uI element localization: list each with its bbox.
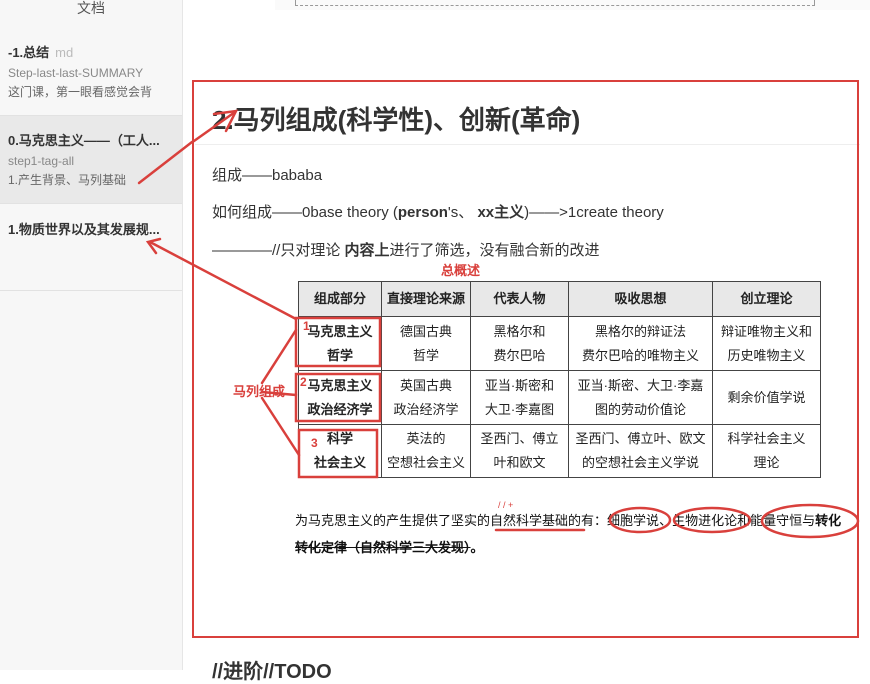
table-row: 科学 社会主义 英法的 空想社会主义 圣西门、傅立 叶和欧文 圣西门、傅立叶、欧文 的空… [298, 424, 821, 478]
sidebar-item-subtitle: step1-tag-all [8, 154, 75, 168]
annotation-group-label: 马列组成 [233, 384, 286, 399]
sidebar-header: 文档 [77, 0, 105, 16]
science-foundation-line-2: 转化定律（自然科学三大发现）。 [295, 540, 484, 555]
sidebar: 文档 -1.总结 md Step-last-last-SUMMARY 这门课，第一… [0, 0, 183, 670]
table-cell: 马克思主义 政治经济学 [298, 370, 382, 425]
table-header-cell: 代表人物 [470, 281, 569, 317]
divider [0, 290, 182, 291]
file-extension: md [55, 45, 74, 60]
table-cell: 亚当·斯密、大卫·李嘉 图的劳动价值论 [568, 370, 713, 425]
table-cell: 圣西门、傅立 叶和欧文 [470, 424, 569, 478]
table-cell: 马克思主义 哲学 [298, 316, 382, 371]
table-header-cell: 直接理论来源 [381, 281, 471, 317]
table-cell: 黑格尔和 费尔巴哈 [470, 316, 569, 371]
marxism-components-table: 组成部分 直接理论来源 代表人物 吸收思想 创立理论 马克思主义 哲学 德国古典哲… [298, 281, 821, 478]
sidebar-item-preview: 这门课，第一眼看感觉会背 [8, 85, 153, 99]
sidebar-item-marxism[interactable]: 0.马克思主义——（工人... step1-tag-all 1.产生背景、马列基… [0, 116, 182, 203]
sidebar-item-title: 1.物质世界以及其发展规... [8, 222, 160, 237]
table-row: 马克思主义 政治经济学 英国古典 政治经济学 亚当·斯密和 大卫·李嘉图 亚当·斯密、… [298, 370, 821, 425]
table-cell: 黑格尔的辩证法 费尔巴哈的唯物主义 [568, 316, 713, 371]
annotation-overview: 总概述 [441, 263, 481, 278]
table-cell: 德国古典 哲学 [381, 316, 471, 371]
table-cell: 科学 社会主义 [298, 424, 382, 478]
table-cell: 剩余价值学说 [712, 370, 821, 425]
table-row: 马克思主义 哲学 德国古典 哲学 黑格尔和 费尔巴哈 黑格尔的辩证法 费尔巴哈的唯物主义… [298, 316, 821, 371]
table-cell: 亚当·斯密和 大卫·李嘉图 [470, 370, 569, 425]
table-cell: 辩证唯物主义和 历史唯物主义 [712, 316, 821, 371]
sidebar-item-title: -1.总结 md [8, 45, 74, 60]
science-foundation-line: 为马克思主义的产生提供了坚实的自然科学基础的有：细胞学说、生物进化论和能量守恒与… [295, 513, 842, 528]
table-cell: 英法的 空想社会主义 [381, 424, 471, 478]
sidebar-item-title: 0.马克思主义——（工人... [8, 133, 160, 148]
table-header-cell: 吸收思想 [568, 281, 713, 317]
table-header-cell: 组成部分 [298, 281, 382, 317]
table-cell: 科学社会主义 理论 [712, 424, 821, 478]
sidebar-item-subtitle: Step-last-last-SUMMARY [8, 66, 144, 80]
previous-content-box [275, 0, 870, 10]
sidebar-item-summary[interactable]: -1.总结 md Step-last-last-SUMMARY 这门课，第一眼看感… [0, 42, 182, 104]
annotation-small-mark: / / + [498, 500, 514, 510]
table-cell: 英国古典 政治经济学 [381, 370, 471, 425]
sidebar-item-material-world[interactable]: 1.物质世界以及其发展规... [0, 204, 182, 290]
sidebar-item-preview: 1.产生背景、马列基础 [8, 173, 127, 187]
table-cell: 圣西门、傅立叶、欧文 的空想社会主义学说 [568, 424, 713, 478]
table-header-row: 组成部分 直接理论来源 代表人物 吸收思想 创立理论 [298, 281, 821, 317]
table-header-cell: 创立理论 [712, 281, 821, 317]
